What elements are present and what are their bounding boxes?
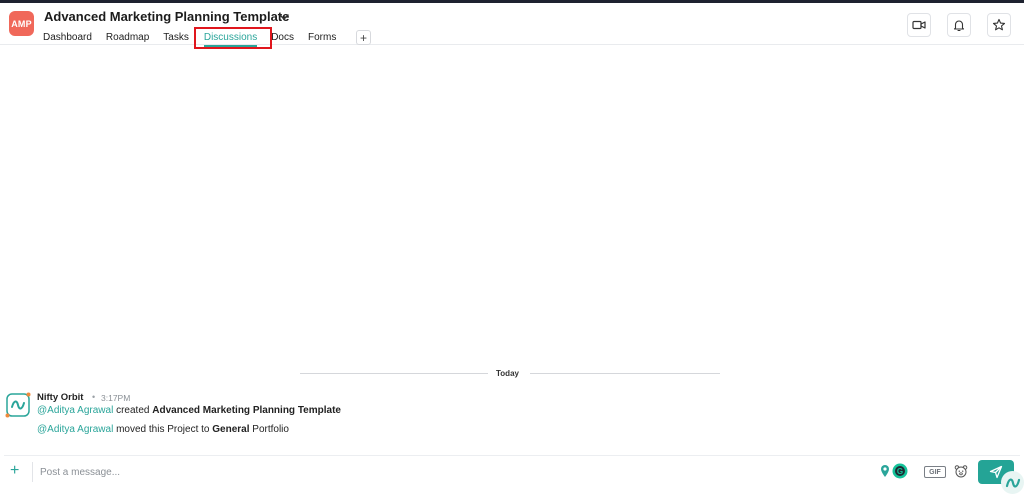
favorite-button[interactable]	[987, 13, 1011, 37]
bell-icon	[953, 19, 965, 31]
send-icon	[989, 465, 1003, 479]
tab-docs[interactable]: Docs	[271, 32, 294, 43]
message-time: 3:17PM	[101, 393, 131, 403]
add-attachment-button[interactable]: +	[10, 463, 19, 479]
grammarly-button[interactable]: G	[891, 462, 909, 480]
star-icon	[992, 18, 1006, 31]
message-input[interactable]	[40, 464, 640, 480]
divider-line-right	[530, 373, 720, 374]
nifty-help-launcher[interactable]	[1001, 471, 1024, 494]
divider-line-left	[300, 373, 488, 374]
tab-dashboard[interactable]: Dashboard	[43, 32, 92, 43]
location-pin-icon	[881, 465, 889, 477]
emoji-button[interactable]	[952, 462, 970, 480]
grammarly-icon: G	[892, 463, 908, 479]
project-header: AMP Advanced Marketing Planning Template…	[0, 3, 1024, 49]
portfolio-name-bold: General	[212, 424, 250, 435]
video-call-button[interactable]	[907, 13, 931, 37]
message-line-created: @Aditya Agrawal created Advanced Marketi…	[37, 405, 341, 416]
project-name-bold: Advanced Marketing Planning Template	[152, 405, 341, 416]
nifty-logo-icon	[1005, 478, 1020, 487]
user-mention[interactable]: @Aditya Agrawal	[37, 424, 113, 435]
chevron-down-icon[interactable]	[278, 11, 290, 23]
gif-button[interactable]: GIF	[924, 466, 946, 478]
tab-tasks[interactable]: Tasks	[163, 32, 189, 43]
date-divider: Today	[0, 369, 1024, 379]
message-author[interactable]: Nifty Orbit	[37, 392, 83, 403]
video-call-icon	[912, 20, 926, 30]
notifications-button[interactable]	[947, 13, 971, 37]
message-composer: + G GIF	[4, 455, 1020, 487]
composer-separator	[32, 462, 33, 482]
message-line-moved: @Aditya Agrawal moved this Project to Ge…	[37, 424, 289, 435]
discussions-highlight-box	[194, 27, 272, 49]
project-title[interactable]: Advanced Marketing Planning Template	[44, 9, 289, 24]
tab-roadmap[interactable]: Roadmap	[106, 32, 149, 43]
message-text: created	[113, 405, 153, 416]
nifty-orbit-avatar[interactable]	[5, 392, 31, 418]
message-separator: •	[92, 392, 96, 402]
bear-emoji-icon	[954, 465, 968, 478]
add-tab-button[interactable]: +	[356, 30, 371, 45]
grammarly-letter: G	[897, 467, 903, 476]
message-tail: Portfolio	[249, 424, 289, 435]
user-mention[interactable]: @Aditya Agrawal	[37, 405, 113, 416]
date-divider-label: Today	[496, 369, 519, 378]
project-badge: AMP	[9, 11, 34, 36]
message-text: moved this Project to	[113, 424, 213, 435]
tab-forms[interactable]: Forms	[308, 32, 336, 43]
